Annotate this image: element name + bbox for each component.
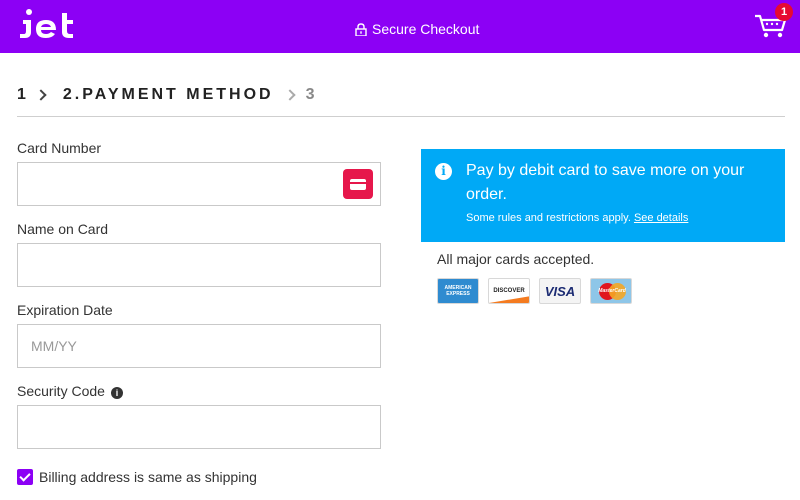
expiration-date-label: Expiration Date — [17, 302, 113, 318]
mastercard-logo: MasterCard — [590, 278, 632, 304]
security-code-label: Security Code — [17, 383, 105, 399]
chevron-right-icon — [283, 89, 296, 101]
promo-note: Some rules and restrictions apply. See d… — [466, 212, 688, 224]
jet-logo[interactable] — [18, 8, 98, 42]
billing-same-label[interactable]: Billing address is same as shipping — [39, 469, 257, 485]
visa-logo: VISA — [539, 278, 581, 304]
debit-promo-banner: i Pay by debit card to save more on your… — [421, 149, 785, 242]
top-header: Secure Checkout 1 — [0, 0, 800, 53]
name-on-card-input[interactable] — [17, 243, 381, 287]
cart-count-badge: 1 — [775, 3, 793, 21]
credit-card-icon[interactable] — [343, 169, 373, 199]
promo-note-text: Some rules and restrictions apply. — [466, 212, 631, 224]
steps-divider — [17, 116, 785, 117]
amex-logo: AMERICAN EXPRESS — [437, 278, 479, 304]
step-3: 3 — [305, 86, 318, 103]
billing-same-checkbox[interactable] — [17, 469, 33, 485]
secure-checkout-label: Secure Checkout — [372, 21, 480, 37]
step-1[interactable]: 1 — [17, 86, 29, 104]
step-current: 2.PAYMENT METHOD — [62, 86, 274, 103]
lock-icon — [355, 22, 367, 36]
checkout-steps: 1 2.PAYMENT METHOD 3 — [17, 86, 318, 104]
discover-logo: DISCOVER — [488, 278, 530, 304]
card-logos: AMERICAN EXPRESS DISCOVER VISA MasterCar… — [437, 278, 632, 304]
see-details-link[interactable]: See details — [634, 212, 688, 224]
promo-title: Pay by debit card to save more on your o… — [466, 162, 745, 203]
accepted-cards-text: All major cards accepted. — [437, 251, 595, 267]
expiration-date-input[interactable]: MM/YY — [17, 324, 381, 368]
chevron-right-icon — [35, 89, 47, 101]
info-icon: i — [435, 163, 452, 180]
name-on-card-label: Name on Card — [17, 221, 109, 237]
card-number-input[interactable] — [17, 162, 381, 206]
info-icon[interactable]: i — [111, 387, 123, 399]
security-code-input[interactable] — [17, 405, 381, 449]
mastercard-text: MasterCard — [598, 288, 626, 294]
card-number-label: Card Number — [17, 140, 102, 156]
secure-checkout: Secure Checkout — [355, 21, 479, 37]
